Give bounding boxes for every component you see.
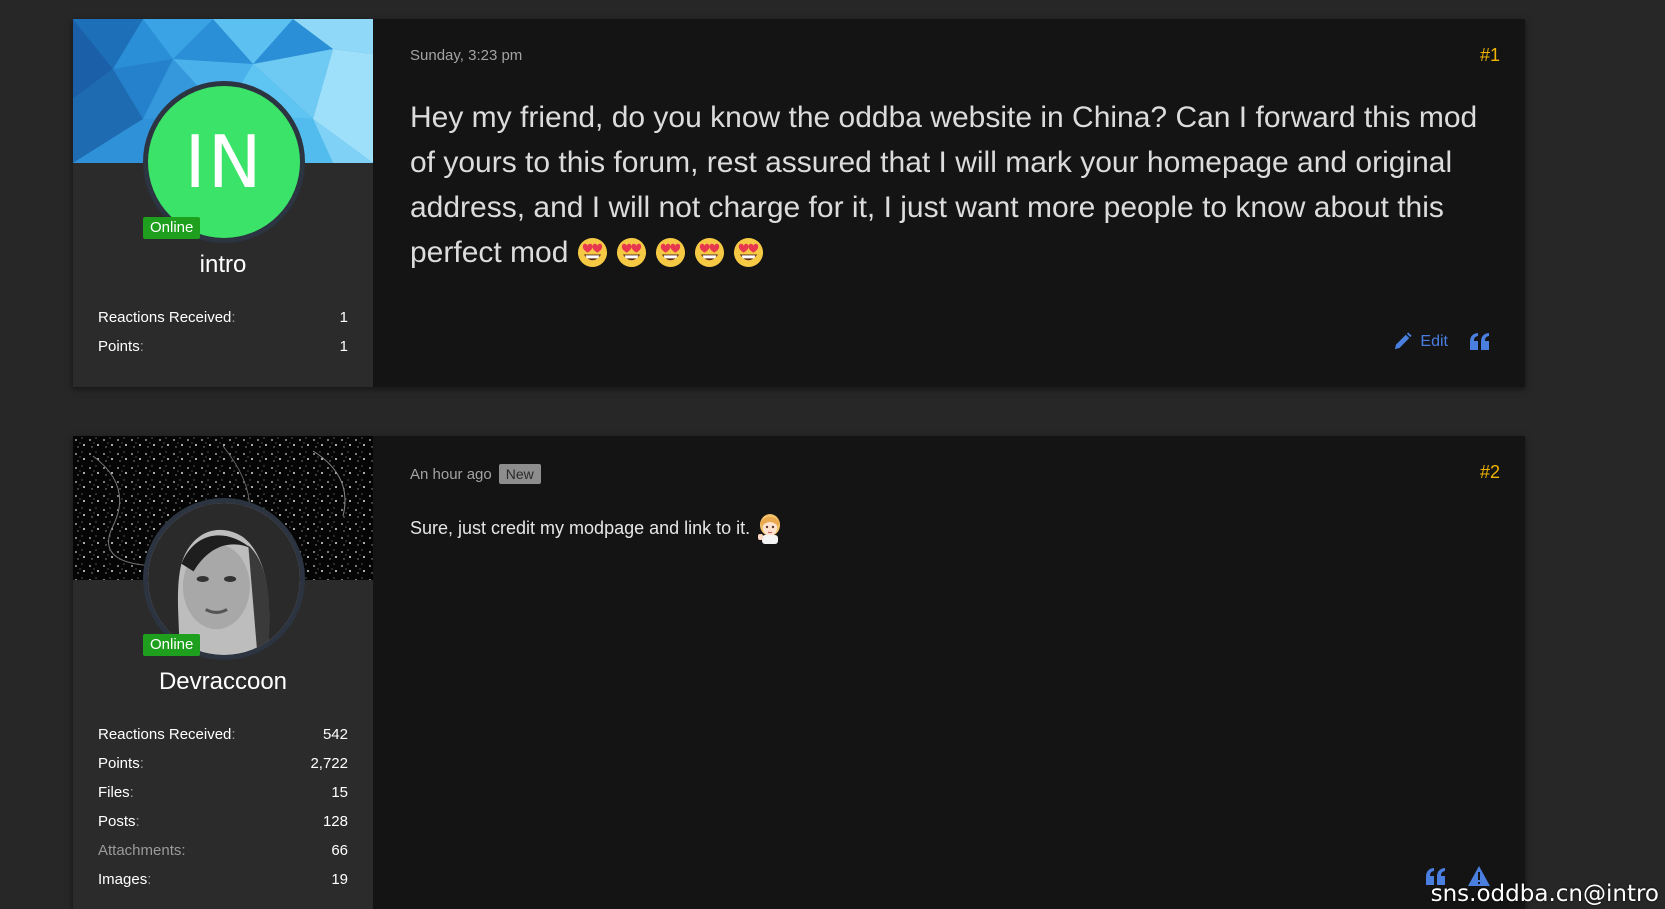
message-panel: An hour ago New #2 Sure, just credit my …: [373, 436, 1525, 909]
stat-label: Images: [98, 871, 148, 888]
post-actions: Edit: [1371, 332, 1490, 351]
user-stats: Reactions Received: 1 Points: 1: [98, 309, 348, 367]
quote-icon: [1470, 333, 1490, 350]
heart-eyes-emoji: [694, 237, 725, 268]
stat-value: 2,722: [310, 755, 348, 772]
new-badge: New: [498, 464, 541, 484]
post-1: IN Online intro Reactions Received: 1 Po…: [73, 19, 1525, 387]
stat-points: Points: 1: [98, 338, 348, 367]
emoji-row: [577, 236, 772, 269]
stat-label: Posts: [98, 813, 136, 830]
stat-attachments: Attachments: 66: [98, 842, 348, 871]
heart-eyes-emoji: [655, 237, 686, 268]
stat-label: Points: [98, 338, 140, 355]
post-number[interactable]: #2: [1480, 462, 1500, 483]
pencil-icon: [1393, 332, 1413, 351]
username[interactable]: Devraccoon: [73, 668, 373, 696]
message-text: Hey my friend, do you know the oddba web…: [410, 101, 1478, 269]
heart-eyes-emoji: [616, 237, 647, 268]
post-number[interactable]: #1: [1480, 45, 1500, 66]
message-panel: Sunday, 3:23 pm #1 Hey my friend, do you…: [373, 19, 1525, 387]
stat-label: Points: [98, 755, 140, 772]
stat-value: 542: [322, 726, 348, 743]
stat-label: Reactions Received: [98, 309, 232, 326]
username[interactable]: intro: [73, 251, 373, 279]
post-date[interactable]: An hour ago: [410, 466, 492, 483]
stat-value: 19: [331, 871, 348, 888]
stat-value: 1: [339, 338, 348, 355]
stat-label: Files: [98, 784, 130, 801]
online-status-badge: Online: [143, 217, 201, 239]
user-panel: Online Devraccoon Reactions Received: 54…: [73, 436, 373, 909]
anime-sticker-icon: [756, 512, 784, 544]
stat-reactions-received: Reactions Received: 1: [98, 309, 348, 338]
message-body: Hey my friend, do you know the oddba web…: [410, 95, 1495, 275]
stat-posts[interactable]: Posts: 128: [98, 813, 348, 842]
message-text: Sure, just credit my modpage and link to…: [410, 517, 751, 538]
stat-value: 15: [331, 784, 348, 801]
quote-button[interactable]: [1470, 333, 1490, 350]
post-2: Online Devraccoon Reactions Received: 54…: [73, 436, 1525, 909]
post-meta: An hour ago New: [410, 464, 541, 484]
user-stats: Reactions Received: 542 Points: 2,722 Fi…: [98, 726, 348, 900]
stat-points: Points: 2,722: [98, 755, 348, 784]
post-meta: Sunday, 3:23 pm: [410, 47, 522, 64]
stat-value: 128: [322, 813, 348, 830]
stat-label: Reactions Received: [98, 726, 232, 743]
stat-images[interactable]: Images: 19: [98, 871, 348, 900]
watermark: sns.oddba.cn@intro: [1430, 881, 1659, 907]
stat-value: 1: [339, 309, 348, 326]
stat-label: Attachments: [98, 842, 182, 859]
user-panel: IN Online intro Reactions Received: 1 Po…: [73, 19, 373, 387]
edit-label: Edit: [1420, 332, 1448, 350]
heart-eyes-emoji: [577, 237, 608, 268]
stat-reactions-received: Reactions Received: 542: [98, 726, 348, 755]
edit-button[interactable]: Edit: [1393, 332, 1448, 351]
online-status-badge: Online: [143, 634, 201, 656]
stat-files[interactable]: Files: 15: [98, 784, 348, 813]
stat-value: 66: [331, 842, 348, 859]
post-date[interactable]: Sunday, 3:23 pm: [410, 47, 522, 64]
message-body: Sure, just credit my modpage and link to…: [410, 512, 784, 544]
heart-eyes-emoji: [733, 237, 764, 268]
